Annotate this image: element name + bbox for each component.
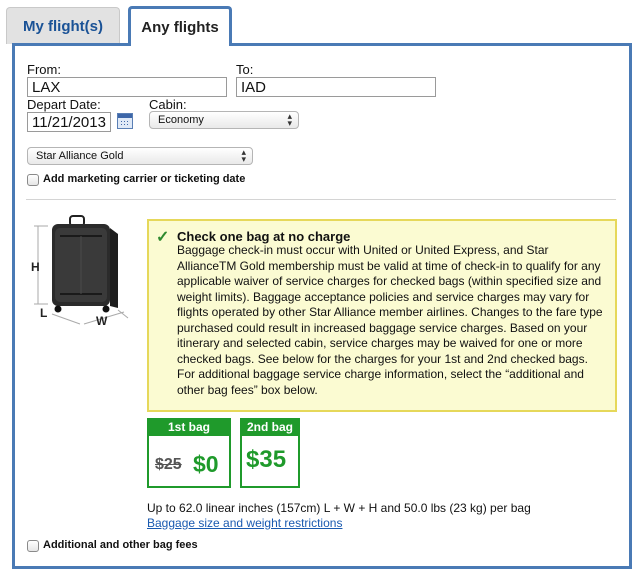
status-select[interactable]: Star Alliance Gold ▴ ▾ (27, 147, 253, 165)
first-bag-price: $0 (193, 451, 219, 477)
baggage-info-box: ✓ Check one bag at no charge Baggage che… (147, 219, 617, 412)
divider (26, 199, 616, 200)
marketing-carrier-label: Add marketing carrier or ticketing date (43, 173, 246, 185)
first-bag-original-price: $25 (155, 456, 182, 473)
width-label: W (96, 314, 108, 328)
from-input[interactable]: LAX (27, 77, 227, 97)
checkmark-icon: ✓ (156, 229, 170, 246)
tab-my-flights[interactable]: My flight(s) (6, 7, 120, 44)
additional-bag-fees-checkbox[interactable] (27, 540, 39, 552)
second-bag-label: 2nd bag (242, 420, 298, 436)
second-bag-price: $35 (246, 446, 287, 473)
status-select-value: Star Alliance Gold (36, 150, 124, 162)
tab-bar: My flight(s) Any flights (0, 0, 640, 46)
height-label: H (31, 260, 40, 274)
select-arrows-icon: ▴ ▾ (241, 147, 246, 164)
to-input[interactable]: IAD (236, 77, 436, 97)
tab-any-flights[interactable]: Any flights (128, 6, 232, 46)
info-body: Baggage check-in must occur with United … (177, 243, 603, 397)
cabin-select[interactable]: Economy ▴ ▾ (149, 111, 299, 129)
suitcase-dimensions-icon: H L W (24, 214, 134, 330)
cabin-select-value: Economy (158, 114, 204, 126)
to-label: To: (236, 62, 254, 77)
first-bag-label: 1st bag (149, 420, 229, 436)
additional-bag-fees-label: Additional and other bag fees (43, 539, 198, 551)
select-arrows-icon: ▴ ▾ (287, 111, 292, 128)
cabin-label: Cabin: (149, 97, 187, 112)
calendar-icon[interactable] (117, 113, 133, 129)
second-bag-card: 2nd bag $35 (240, 418, 300, 488)
size-weight-restrictions-link[interactable]: Baggage size and weight restrictions (147, 516, 342, 530)
from-label: From: (27, 62, 61, 77)
depart-date-input[interactable]: 11/21/2013 (27, 112, 111, 132)
depart-date-label: Depart Date: (27, 97, 101, 112)
marketing-carrier-checkbox[interactable] (27, 174, 39, 186)
length-label: L (40, 306, 48, 320)
size-weight-limits-text: Up to 62.0 linear inches (157cm) L + W +… (147, 501, 531, 515)
first-bag-card: 1st bag $25 $0 (147, 418, 231, 488)
info-title: Check one bag at no charge (177, 229, 351, 244)
